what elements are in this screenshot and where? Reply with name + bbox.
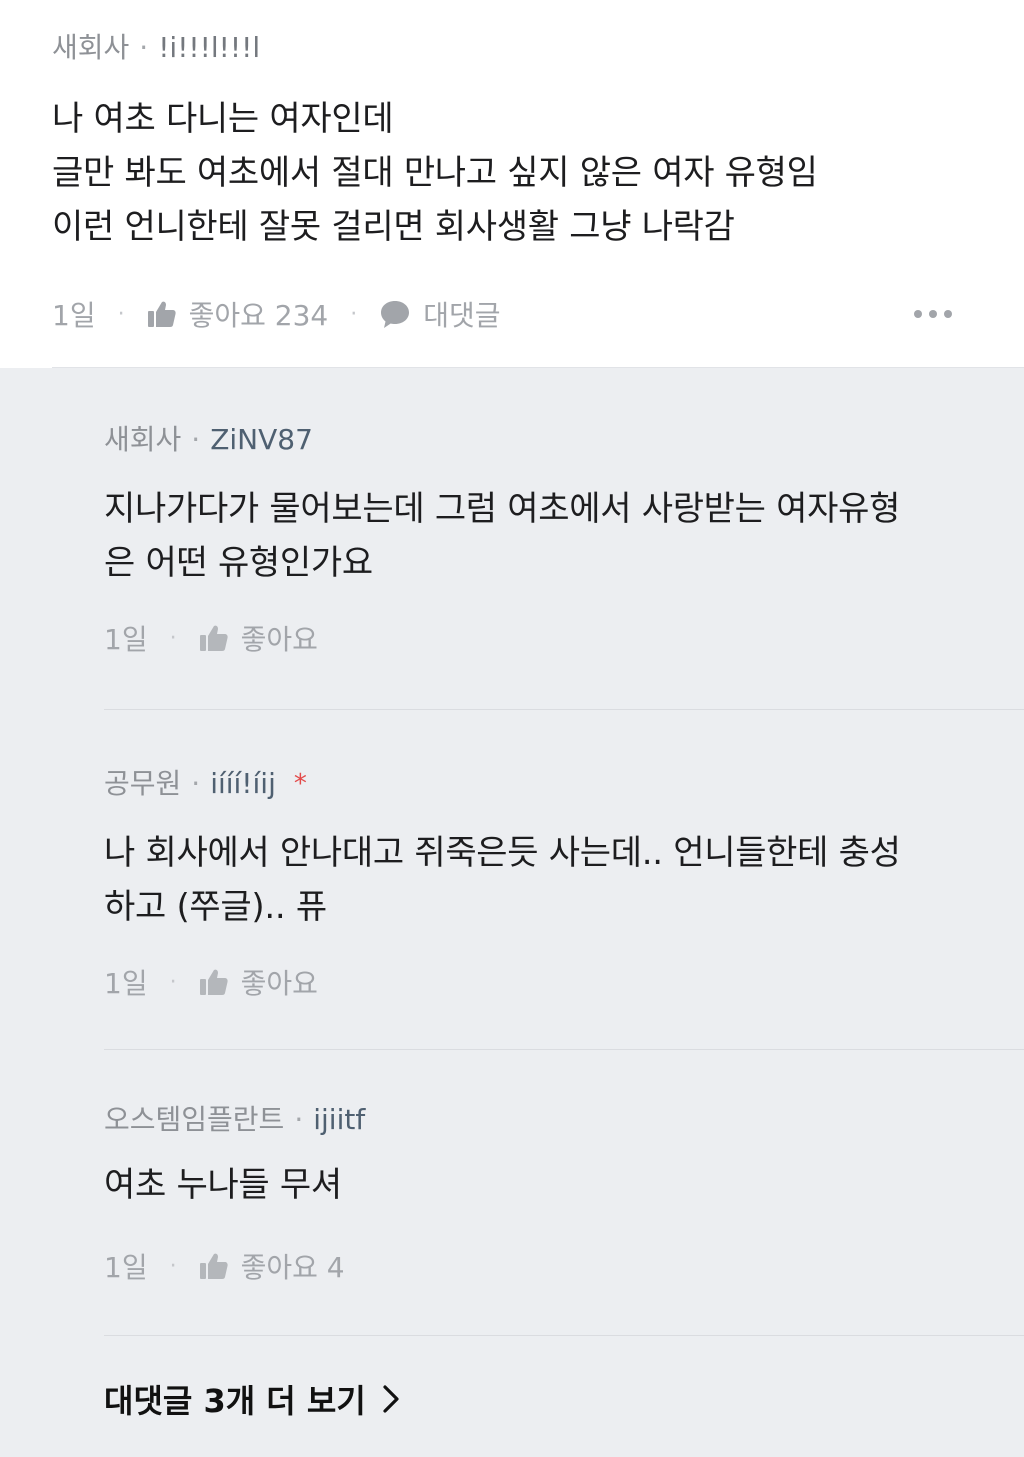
reply-time: 1일 <box>104 967 148 1000</box>
like-label: 좋아요 <box>240 623 318 656</box>
reply-meta: 공무원 · iííí!íij * <box>104 766 984 802</box>
reply-item: 오스템임플란트 · ijiitf 여초 누나들 무셔 1일 · 좋아요 4 <box>104 1050 1024 1336</box>
meta-separator: · <box>139 31 149 64</box>
divider <box>104 1335 1024 1336</box>
action-separator: · <box>169 625 177 651</box>
like-label: 좋아요 <box>240 967 318 1000</box>
more-dot <box>944 310 952 318</box>
meta-separator: · <box>191 423 201 456</box>
nickname[interactable]: ZiNV87 <box>210 422 313 458</box>
thumbs-up-icon <box>199 969 228 995</box>
company-name: 새회사 <box>52 31 130 64</box>
reply-line: 은 어떤 유형인가요 <box>104 543 373 583</box>
company-name: 오스템임플란트 <box>104 1103 285 1136</box>
reply-meta: 새회사 · ZiNV87 <box>104 422 984 458</box>
reply-button[interactable]: 대댓글 <box>379 294 500 334</box>
comment-line: 이런 언니한테 잘못 걸리면 회사생활 그냥 나락감 <box>52 207 735 247</box>
reply-meta: 오스템임플란트 · ijiitf <box>104 1102 984 1138</box>
author-mark: * <box>293 769 307 799</box>
reply-time: 1일 <box>104 1251 148 1284</box>
thumbs-up-icon <box>199 1253 228 1279</box>
meta-separator: · <box>191 767 201 800</box>
action-separator: · <box>169 969 177 995</box>
reply-actions: 1일 · 좋아요 4 <box>104 1246 984 1286</box>
reply-body: 나 회사에서 안나대고 쥐죽은듯 사는데.. 언니들한테 충성 하고 (쭈글).… <box>104 826 984 934</box>
reply-actions: 1일 · 좋아요 <box>104 618 984 658</box>
action-separator: · <box>169 1253 177 1279</box>
meta-separator: · <box>294 1103 304 1136</box>
comment-line: 글만 봐도 여초에서 절대 만나고 싶지 않은 여자 유형임 <box>52 153 818 193</box>
like-button[interactable]: 좋아요 <box>199 962 318 1002</box>
reply-item: 새회사 · ZiNV87 지나가다가 물어보는데 그럼 여초에서 사랑받는 여자… <box>104 368 1024 710</box>
comment-actions: 1일 · 좋아요 234 · 대댓글 <box>52 294 972 334</box>
comment-time: 1일 <box>52 299 96 332</box>
reply-line: 하고 (쭈글).. 퓨 <box>104 887 327 927</box>
reply-line: 나 회사에서 안나대고 쥐죽은듯 사는데.. 언니들한테 충성 <box>104 833 901 873</box>
like-label: 좋아요 234 <box>188 299 329 332</box>
more-horizontal-icon[interactable] <box>914 310 952 318</box>
like-button[interactable]: 좋아요 <box>199 618 318 658</box>
reply-body: 지나가다가 물어보는데 그럼 여초에서 사랑받는 여자유형 은 어떤 유형인가요 <box>104 482 984 590</box>
more-replies-label: 대댓글 3개 더 보기 <box>104 1382 366 1420</box>
nickname[interactable]: iííí!íij <box>210 766 276 802</box>
action-separator: · <box>117 301 125 327</box>
nickname[interactable]: !i!!!l!!!l <box>158 30 260 66</box>
like-label: 좋아요 4 <box>240 1251 345 1284</box>
speech-bubble-icon <box>381 301 410 328</box>
reply-line: 지나가다가 물어보는데 그럼 여초에서 사랑받는 여자유형 <box>104 489 901 529</box>
reply-time: 1일 <box>104 623 148 656</box>
company-name: 공무원 <box>104 767 182 800</box>
reply-body: 여초 누나들 무셔 <box>104 1158 984 1212</box>
comment-meta: 새회사 · !i!!!l!!!l <box>52 30 972 66</box>
action-separator: · <box>350 301 358 327</box>
more-dot <box>929 310 937 318</box>
thumbs-up-icon <box>199 625 228 651</box>
nickname[interactable]: ijiitf <box>313 1102 365 1138</box>
thumbs-up-icon <box>147 301 176 327</box>
comment-line: 나 여초 다니는 여자인데 <box>52 99 394 139</box>
like-button[interactable]: 좋아요 234 <box>147 294 329 334</box>
more-replies-button[interactable]: 대댓글 3개 더 보기 <box>104 1336 1024 1422</box>
reply-label: 대댓글 <box>423 299 501 332</box>
chevron-right-icon <box>383 1385 399 1413</box>
comment-body: 나 여초 다니는 여자인데 글만 봐도 여초에서 절대 만나고 싶지 않은 여자… <box>52 92 972 254</box>
reply-line: 여초 누나들 무셔 <box>104 1165 342 1205</box>
more-dot <box>914 310 922 318</box>
reply-actions: 1일 · 좋아요 <box>104 962 984 1002</box>
reply-item: 공무원 · iííí!íij * 나 회사에서 안나대고 쥐죽은듯 사는데.. … <box>104 710 1024 1050</box>
like-button[interactable]: 좋아요 4 <box>199 1246 345 1286</box>
company-name: 새회사 <box>104 423 182 456</box>
main-comment: 새회사 · !i!!!l!!!l 나 여초 다니는 여자인데 글만 봐도 여초에… <box>0 0 1024 368</box>
